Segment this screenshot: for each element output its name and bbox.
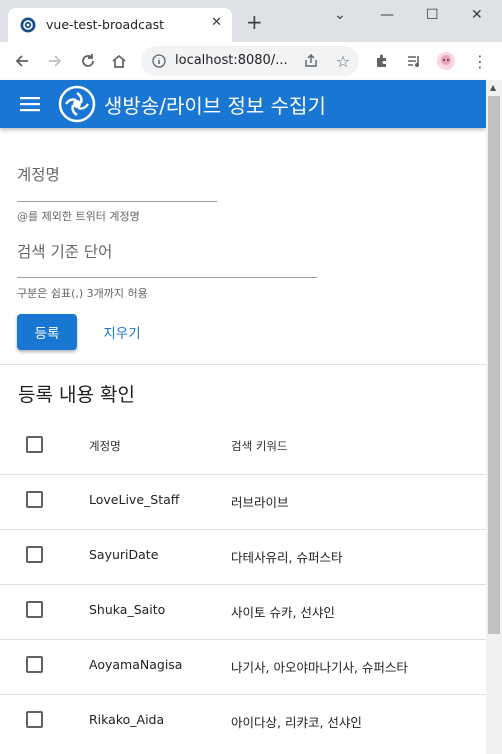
close-window-icon[interactable]: ✕ <box>471 7 483 23</box>
row-keywords: 러브라이브 <box>231 495 289 510</box>
new-tab-icon[interactable]: + <box>246 12 263 32</box>
row-checkbox[interactable] <box>26 546 43 563</box>
browser-toolbar: localhost:8080/... ☆ ⋮ <box>0 42 502 81</box>
row-keywords: 아이다상, 리캬코, 선샤인 <box>231 715 362 730</box>
table-row: AoyamaNagisa 나기사, 아오야마나기사, 슈퍼스타 <box>0 639 486 695</box>
header-keywords[interactable]: 검색 키워드 <box>231 438 288 454</box>
row-checkbox[interactable] <box>26 601 43 618</box>
row-account: Shuka_Saito <box>89 602 166 617</box>
keyword-field-label[interactable]: 검색 기준 단어 <box>17 240 112 262</box>
row-account: LoveLive_Staff <box>89 492 180 507</box>
extensions-icon[interactable] <box>372 51 392 71</box>
media-control-icon[interactable] <box>404 51 424 71</box>
app-title: 생방송/라이브 정보 수집기 <box>104 94 326 118</box>
tab-close-icon[interactable]: ✕ <box>211 15 222 30</box>
address-bar[interactable]: localhost:8080/... ☆ <box>141 46 359 76</box>
section-divider <box>0 364 486 365</box>
account-input[interactable] <box>17 201 217 202</box>
reload-icon[interactable] <box>78 51 98 71</box>
app-logo-icon <box>58 85 96 127</box>
site-info-icon[interactable] <box>149 51 169 71</box>
row-checkbox[interactable] <box>26 656 43 673</box>
share-icon[interactable] <box>301 51 321 71</box>
forward-icon[interactable] <box>45 51 65 71</box>
browser-tab-strip: vue-test-broadcast ✕ + ⌄ — ☐ ✕ <box>0 0 502 42</box>
table-header-row: 계정명 검색 키워드 <box>0 419 486 475</box>
browser-tab[interactable]: vue-test-broadcast ✕ <box>8 8 232 42</box>
account-hint: @를 제외한 트위터 계정명 <box>17 210 140 223</box>
back-icon[interactable] <box>12 51 32 71</box>
app-bar: 생방송/라이브 정보 수집기 <box>0 80 486 128</box>
row-keywords: 나기사, 아오야마나기사, 슈퍼스타 <box>231 660 408 675</box>
row-checkbox[interactable] <box>26 711 43 728</box>
clear-button[interactable]: 지우기 <box>86 314 158 350</box>
profile-avatar-icon[interactable] <box>436 51 456 71</box>
row-account: Rikako_Aida <box>89 712 165 727</box>
table-row: Rikako_Aida 아이다상, 리캬코, 선샤인 <box>0 694 486 749</box>
table-title: 등록 내용 확인 <box>18 384 135 406</box>
table-row: LoveLive_Staff 러브라이브 <box>0 474 486 530</box>
keyword-input[interactable] <box>17 277 317 278</box>
url-text: localhost:8080/... <box>175 53 288 68</box>
account-field-label[interactable]: 계정명 <box>17 163 60 185</box>
header-account[interactable]: 계정명 <box>89 438 121 454</box>
submit-button[interactable]: 등록 <box>17 314 77 350</box>
row-keywords: 다테사유리, 슈퍼스타 <box>231 550 343 565</box>
row-account: SayuriDate <box>89 547 159 562</box>
row-keywords: 사이토 슈카, 선샤인 <box>231 605 335 620</box>
hamburger-menu-icon[interactable] <box>20 96 40 116</box>
keyword-hint: 구분은 쉼표(,) 3개까지 허용 <box>17 287 148 300</box>
table-row: SayuriDate 다테사유리, 슈퍼스타 <box>0 529 486 585</box>
tab-search-chevron-icon[interactable]: ⌄ <box>334 7 346 23</box>
vue-favicon-icon <box>20 17 36 33</box>
scrollbar-thumb[interactable] <box>488 96 500 634</box>
home-icon[interactable] <box>109 51 129 71</box>
row-account: AoyamaNagisa <box>89 657 183 672</box>
scroll-up-arrow-icon[interactable]: ▲ <box>490 83 496 92</box>
tab-title: vue-test-broadcast <box>46 17 165 32</box>
browser-menu-icon[interactable]: ⋮ <box>470 51 490 71</box>
page-scrollbar[interactable]: ▲ <box>486 80 502 754</box>
select-all-checkbox[interactable] <box>26 436 43 453</box>
maximize-icon[interactable]: ☐ <box>426 7 439 23</box>
row-checkbox[interactable] <box>26 491 43 508</box>
table-row: Shuka_Saito 사이토 슈카, 선샤인 <box>0 584 486 640</box>
bookmark-star-icon[interactable]: ☆ <box>333 51 353 71</box>
minimize-icon[interactable]: — <box>380 7 394 23</box>
